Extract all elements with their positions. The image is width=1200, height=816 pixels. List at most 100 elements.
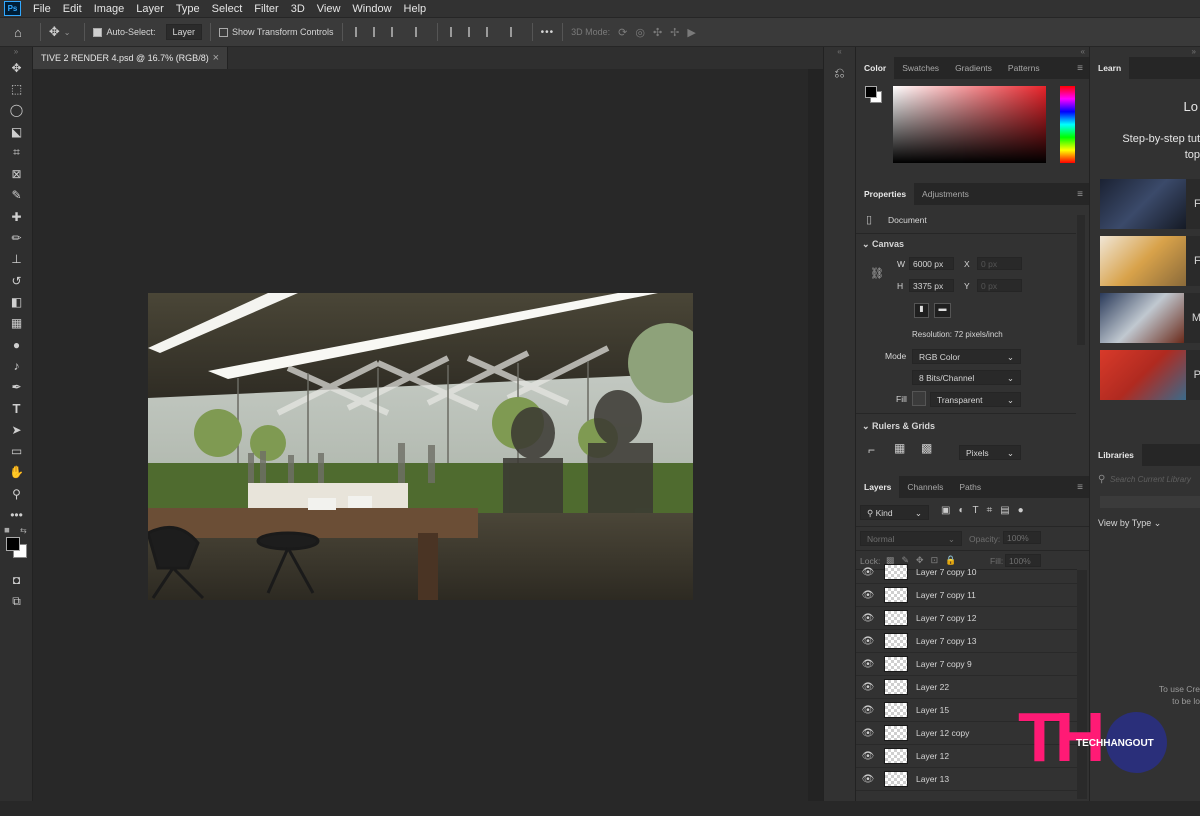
clone-stamp-tool-icon[interactable]: ⊥ [0,249,33,270]
chevron-down-icon[interactable]: ⌄ [64,28,71,37]
tab-libraries[interactable]: Libraries [1090,444,1142,466]
auto-select-checkbox[interactable] [93,27,103,37]
3d-roll-icon[interactable]: ◎ [635,26,645,39]
fill-dropdown[interactable]: Transparent ⌄ [930,392,1021,407]
layer-row[interactable]: 👁 Layer 7 copy 12 [856,607,1077,630]
history-panel-icon[interactable]: ⎌ [824,65,855,81]
brush-tool-icon[interactable]: ✏ [0,227,33,248]
eye-icon[interactable]: 👁 [856,705,880,716]
3d-camera-icon[interactable]: ▶ [687,26,695,39]
foreground-color-swatch[interactable] [865,86,877,98]
align-middle-icon[interactable] [467,27,478,37]
gradient-tool-icon[interactable]: ▦ [0,313,33,334]
layer-row[interactable]: 👁 Layer 7 copy 11 [856,584,1077,607]
opacity-field[interactable]: 100% [1003,531,1041,544]
eye-icon[interactable]: 👁 [856,567,880,578]
width-field[interactable]: 6000 px [909,257,954,270]
tab-properties[interactable]: Properties [856,183,915,205]
align-center-icon[interactable] [372,27,383,37]
object-select-tool-icon[interactable]: ⬕ [0,121,33,142]
dodge-tool-icon[interactable]: ♪ [0,355,33,376]
eyedropper-tool-icon[interactable]: ✎ [0,185,33,206]
panel-menu-icon[interactable]: ≡ [1077,189,1083,200]
menu-3d[interactable]: 3D [285,3,311,15]
tab-adjustments[interactable]: Adjustments [914,183,977,205]
link-icon[interactable]: ⛓ [870,267,884,280]
zoom-tool-icon[interactable]: ⚲ [0,483,33,504]
workspace-scrollbar[interactable] [808,69,823,801]
y-field[interactable]: 0 px [977,279,1022,292]
eye-icon[interactable]: 👁 [856,751,880,762]
3d-slide-icon[interactable]: ✢ [670,26,679,39]
eye-icon[interactable]: 👁 [856,659,880,670]
blur-tool-icon[interactable]: ● [0,334,33,355]
tab-patterns[interactable]: Patterns [1000,57,1048,79]
edit-toolbar-icon[interactable]: ••• [0,504,33,525]
tab-layers[interactable]: Layers [856,476,900,498]
rulers-grids-header[interactable]: ⌄ Rulers & Grids [862,421,935,432]
quick-mask-icon[interactable]: ◘ [0,570,33,591]
tab-color[interactable]: Color [856,57,895,79]
menu-view[interactable]: View [311,3,347,15]
layer-row[interactable]: 👁 Layer 7 copy 10 [856,561,1077,584]
hand-tool-icon[interactable]: ✋ [0,462,33,483]
view-by-type-dropdown[interactable]: View by Type ⌄ [1098,518,1161,529]
crop-tool-icon[interactable]: ⌗ [0,142,33,163]
menu-filter[interactable]: Filter [248,3,284,15]
units-dropdown[interactable]: Pixels ⌄ [959,445,1021,460]
rectangle-tool-icon[interactable]: ▭ [0,440,33,461]
hue-slider[interactable] [1060,86,1075,163]
color-mode-dropdown[interactable]: RGB Color ⌄ [912,349,1021,364]
pen-tool-icon[interactable]: ✒ [0,376,33,397]
blend-mode-dropdown[interactable]: Normal ⌄ [860,531,962,546]
bit-depth-dropdown[interactable]: 8 Bits/Channel ⌄ [912,370,1021,385]
document-canvas[interactable] [148,293,693,600]
menu-select[interactable]: Select [206,3,249,15]
collapse-icon[interactable]: « [824,47,855,57]
auto-select-dropdown[interactable]: Layer [165,24,203,40]
menu-type[interactable]: Type [170,3,206,15]
height-field[interactable]: 3375 px [909,279,954,292]
tutorial-card[interactable]: F [1100,179,1200,229]
landscape-orientation-icon[interactable]: ▬ [934,303,951,318]
library-search-input[interactable]: Search Current Library [1110,475,1200,484]
3d-pan-icon[interactable]: ✣ [653,26,662,39]
tutorial-card[interactable]: M [1100,293,1200,343]
tab-learn[interactable]: Learn [1090,57,1130,79]
pixel-grid-icon[interactable]: ▩ [921,441,932,455]
eye-icon[interactable]: 👁 [856,728,880,739]
menu-image[interactable]: Image [88,3,131,15]
filter-kind-dropdown[interactable]: ⚲ Kind ⌄ [860,505,929,520]
tab-channels[interactable]: Channels [899,476,951,498]
type-tool-icon[interactable]: T [0,398,33,419]
healing-brush-tool-icon[interactable]: ✚ [0,206,33,227]
menu-help[interactable]: Help [398,3,433,15]
distribute-vertical-icon[interactable] [509,27,520,37]
frame-tool-icon[interactable]: ⊠ [0,163,33,184]
tutorial-card[interactable]: P [1100,350,1200,400]
layer-row[interactable]: 👁 Layer 7 copy 9 [856,653,1077,676]
eye-icon[interactable]: 👁 [856,590,880,601]
align-bottom-icon[interactable] [485,27,496,37]
foreground-color-swatch[interactable] [6,536,20,551]
x-field[interactable]: 0 px [977,257,1022,270]
collapse-icon[interactable]: « [856,47,1089,57]
layer-row[interactable]: 👁 Layer 22 [856,676,1077,699]
move-tool-icon[interactable]: ✥ [49,24,60,40]
menu-edit[interactable]: Edit [57,3,88,15]
lasso-tool-icon[interactable]: ◯ [0,100,33,121]
collapse-icon[interactable]: » [1090,47,1200,57]
tab-swatches[interactable]: Swatches [894,57,947,79]
panel-menu-icon[interactable]: ≡ [1077,63,1083,74]
tab-paths[interactable]: Paths [951,476,989,498]
eye-icon[interactable]: 👁 [856,636,880,647]
3d-orbit-icon[interactable]: ⟳ [618,26,627,39]
eye-icon[interactable]: 👁 [856,613,880,624]
marquee-tool-icon[interactable]: ⬚ [0,78,33,99]
menu-window[interactable]: Window [346,3,397,15]
screen-mode-icon[interactable]: ⧉ [0,591,33,612]
document-tab[interactable]: TIVE 2 RENDER 4.psd @ 16.7% (RGB/8) × [33,47,228,69]
eye-icon[interactable]: 👁 [856,682,880,693]
close-icon[interactable]: × [213,52,219,64]
path-selection-tool-icon[interactable]: ➤ [0,419,33,440]
